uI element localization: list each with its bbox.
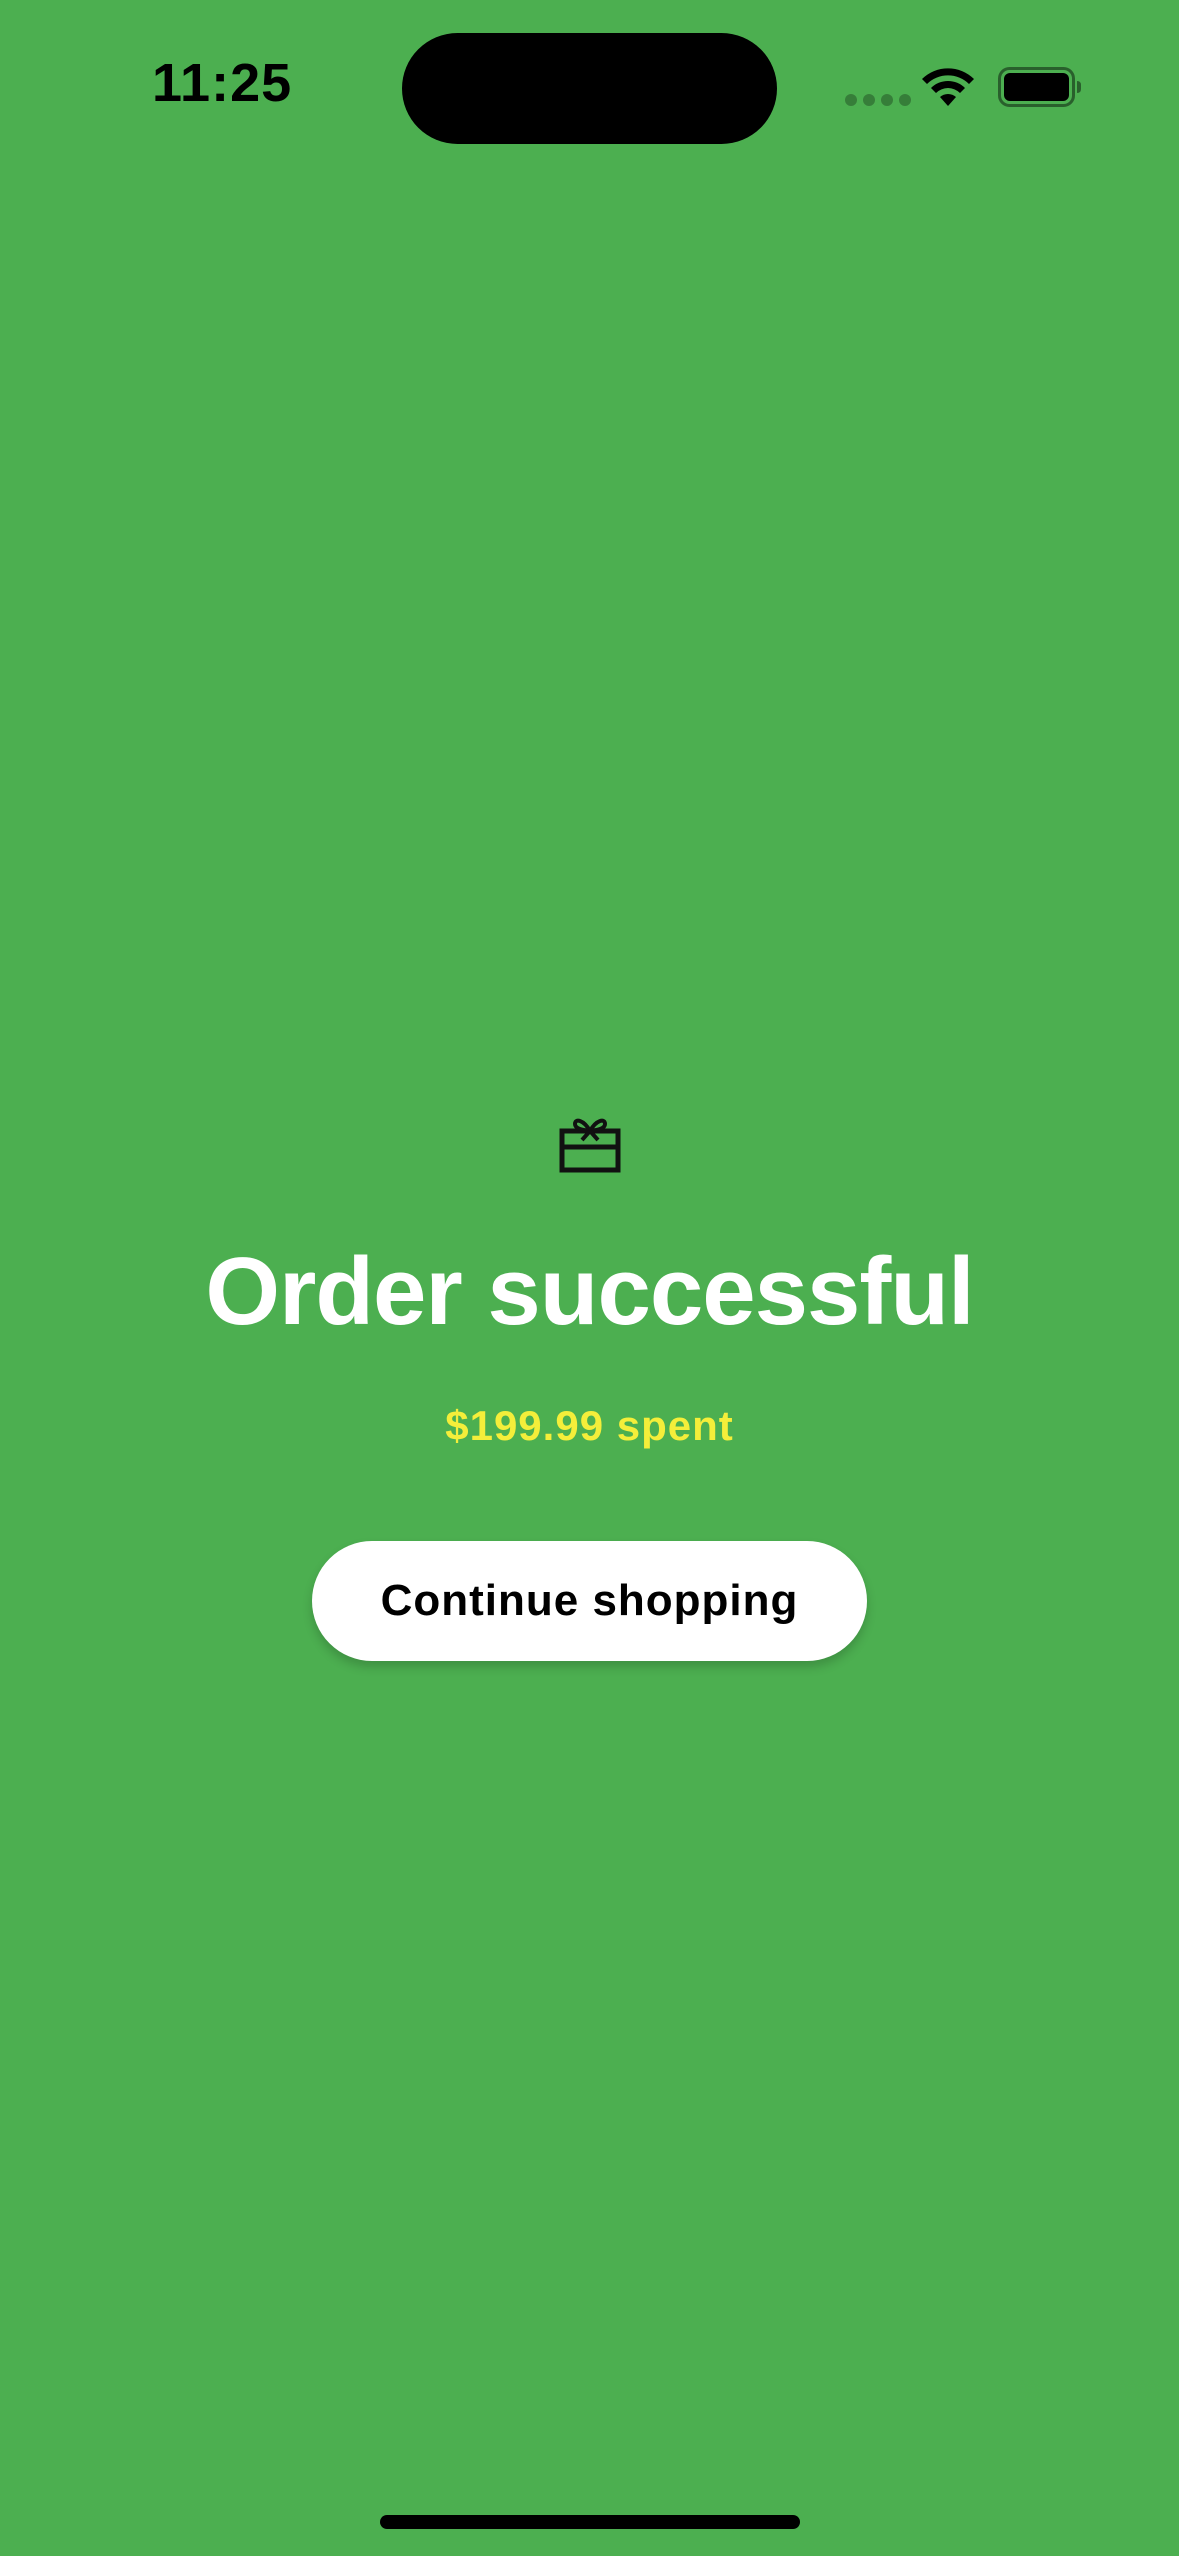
amount-spent-text: $199.99 spent xyxy=(445,1402,734,1449)
cellular-signal-icon xyxy=(845,94,911,106)
status-time: 11:25 xyxy=(152,53,293,113)
page-title: Order successful xyxy=(205,1238,974,1345)
gift-icon xyxy=(559,1118,621,1173)
wifi-icon xyxy=(922,68,974,106)
dynamic-island xyxy=(402,33,777,144)
battery-icon xyxy=(998,67,1081,107)
continue-shopping-button[interactable]: Continue shopping xyxy=(312,1541,867,1661)
home-indicator[interactable] xyxy=(380,2515,800,2529)
order-success-screen: 11:25 Order successful $199.99 spent Con… xyxy=(0,0,1179,2556)
